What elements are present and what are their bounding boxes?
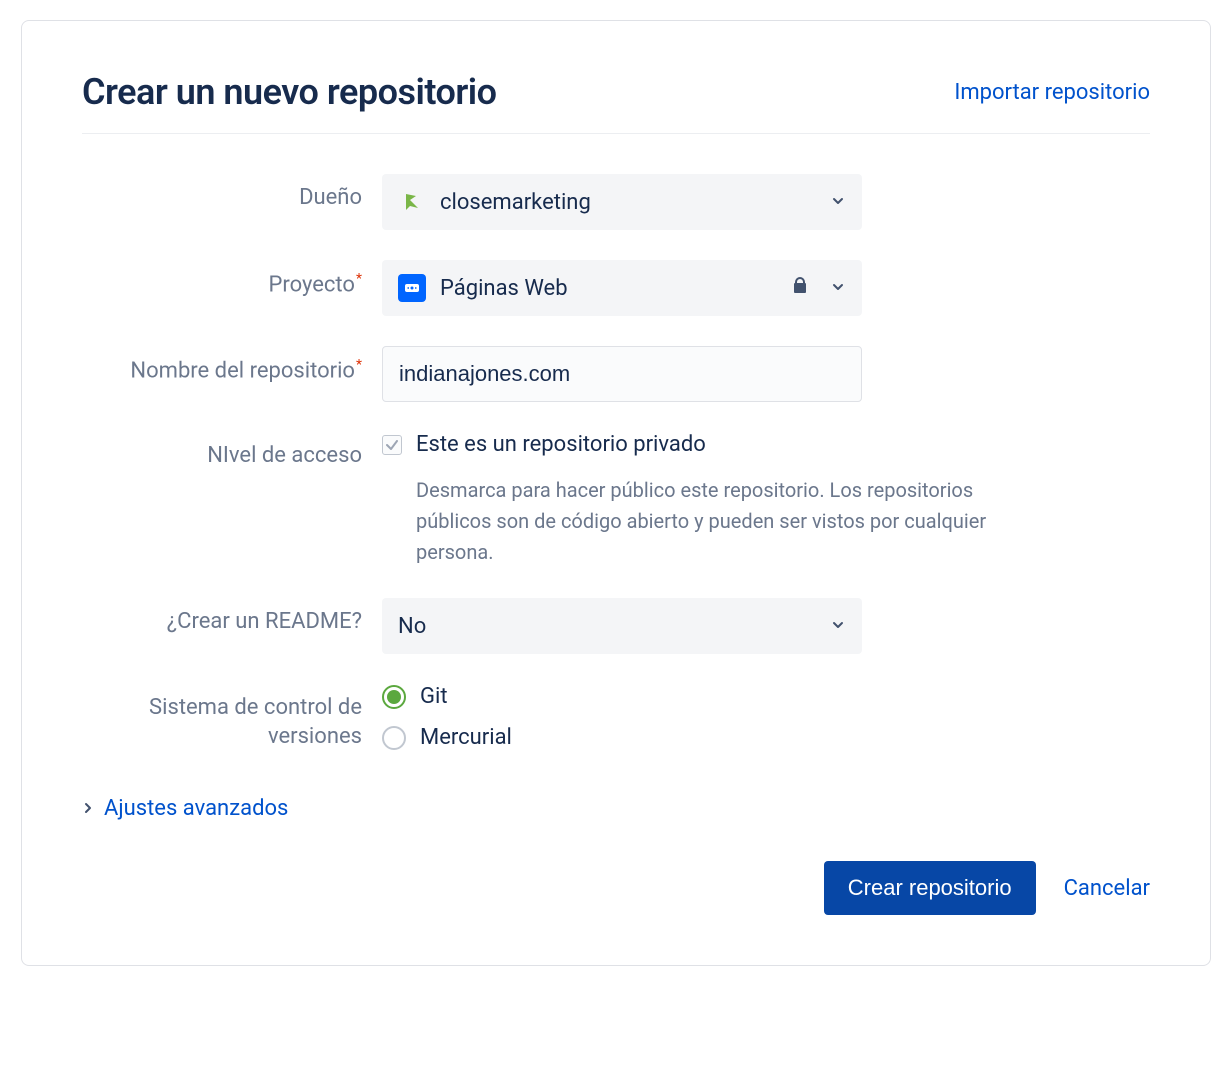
access-help-text: Desmarca para hacer público este reposit… <box>416 475 1036 568</box>
vcs-git-radio[interactable]: Git <box>382 684 862 709</box>
advanced-settings-label: Ajustes avanzados <box>104 796 288 821</box>
vcs-git-label: Git <box>420 684 448 709</box>
project-avatar-icon <box>398 274 426 302</box>
radio-checked-icon <box>382 685 406 709</box>
repo-name-input[interactable] <box>382 346 862 402</box>
chevron-down-icon <box>830 190 846 215</box>
private-checkbox[interactable] <box>382 435 402 455</box>
access-label: NIvel de acceso <box>82 432 382 471</box>
private-checkbox-label: Este es un repositorio privado <box>416 432 706 457</box>
vcs-label: Sistema de control de versiones <box>82 684 382 751</box>
vcs-mercurial-radio[interactable]: Mercurial <box>382 725 862 750</box>
owner-avatar-icon <box>398 188 426 216</box>
project-value: Páginas Web <box>440 276 568 301</box>
readme-row: ¿Crear un README? No <box>82 598 1150 654</box>
owner-value: closemarketing <box>440 190 591 215</box>
chevron-down-icon <box>830 614 846 639</box>
owner-row: Dueño closemarketing <box>82 174 1150 230</box>
vcs-mercurial-label: Mercurial <box>420 725 512 750</box>
required-star-icon: * <box>356 357 362 373</box>
readme-select[interactable]: No <box>382 598 862 654</box>
create-repo-panel: Crear un nuevo repositorio Importar repo… <box>21 20 1211 966</box>
readme-label: ¿Crear un README? <box>82 598 382 637</box>
lock-icon <box>790 275 810 301</box>
access-row: NIvel de acceso Este es un repositorio p… <box>82 432 1150 568</box>
project-label: Proyecto* <box>82 260 382 300</box>
radio-unchecked-icon <box>382 726 406 750</box>
footer: Crear repositorio Cancelar <box>82 861 1150 915</box>
cancel-link[interactable]: Cancelar <box>1064 876 1150 901</box>
required-star-icon: * <box>356 271 362 287</box>
readme-value: No <box>398 614 426 639</box>
page-title: Crear un nuevo repositorio <box>82 71 497 113</box>
repo-name-label: Nombre del repositorio* <box>82 346 382 386</box>
create-repo-button[interactable]: Crear repositorio <box>824 861 1036 915</box>
vcs-row: Sistema de control de versiones Git Merc… <box>82 684 1150 766</box>
owner-select[interactable]: closemarketing <box>382 174 862 230</box>
advanced-settings-toggle[interactable]: Ajustes avanzados <box>82 796 1150 821</box>
chevron-right-icon <box>82 799 94 818</box>
repo-name-row: Nombre del repositorio* <box>82 346 1150 402</box>
project-row: Proyecto* Páginas Web <box>82 260 1150 316</box>
header: Crear un nuevo repositorio Importar repo… <box>82 71 1150 134</box>
chevron-down-icon <box>830 276 846 301</box>
project-select[interactable]: Páginas Web <box>382 260 862 316</box>
owner-label: Dueño <box>82 174 382 213</box>
import-repo-link[interactable]: Importar repositorio <box>954 80 1150 105</box>
